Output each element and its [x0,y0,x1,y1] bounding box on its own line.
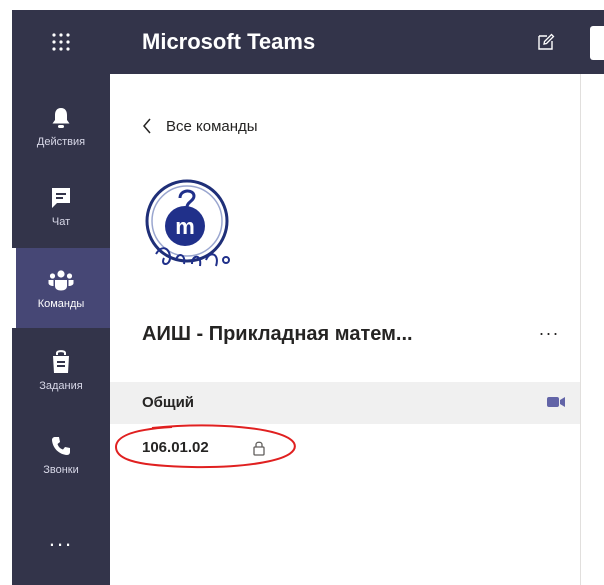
phone-icon [46,432,76,460]
rail-label: Команды [37,298,85,310]
all-teams-link[interactable]: Все команды [142,114,258,138]
app-launcher-button[interactable] [12,10,110,74]
teams-window: Microsoft Teams Действия Чат Команды Зад… [0,0,604,585]
rail-label: Звонки [43,464,79,476]
svg-text:m: m [175,214,195,239]
rail-item-teams[interactable]: Команды [12,248,110,328]
compose-icon [538,33,555,50]
search-box[interactable] [590,26,604,60]
rail-item-calls[interactable]: Звонки [12,414,110,494]
app-bar: Действия Чат Команды Задания Звонки ... [12,74,110,585]
rail-item-chat[interactable]: Чат [12,166,110,246]
chat-icon [46,184,76,212]
rail-item-activity[interactable]: Действия [12,86,110,166]
assignments-icon [46,348,76,376]
bell-icon [46,104,76,132]
chevron-left-icon [143,118,151,134]
rail-label: Действия [36,136,86,148]
team-name: АИШ - Прикладная матем... [142,323,413,345]
team-pane: Все команды m АИШ - Прикладная матем... … [110,74,580,585]
team-logo: m [145,179,230,267]
rail-item-assignments[interactable]: Задания [12,330,110,410]
annotation-ellipse [114,424,296,469]
new-chat-button[interactable] [532,28,560,56]
rail-label: Чат [51,216,71,228]
more-apps-button[interactable]: ... [12,514,110,564]
active-indicator [12,248,16,328]
channel-item-general[interactable]: Общий [110,382,580,424]
app-title: Microsoft Teams [142,29,316,54]
meet-now-icon[interactable] [546,394,566,410]
waffle-icon [52,33,70,51]
channel-label: Общий [142,394,195,411]
title-bar: Microsoft Teams [12,10,604,74]
team-more-options-button[interactable]: ··· [534,318,564,348]
pane-divider [580,74,581,585]
rail-label: Задания [39,380,83,392]
teams-icon [46,266,76,294]
all-teams-label: Все команды [166,117,258,135]
